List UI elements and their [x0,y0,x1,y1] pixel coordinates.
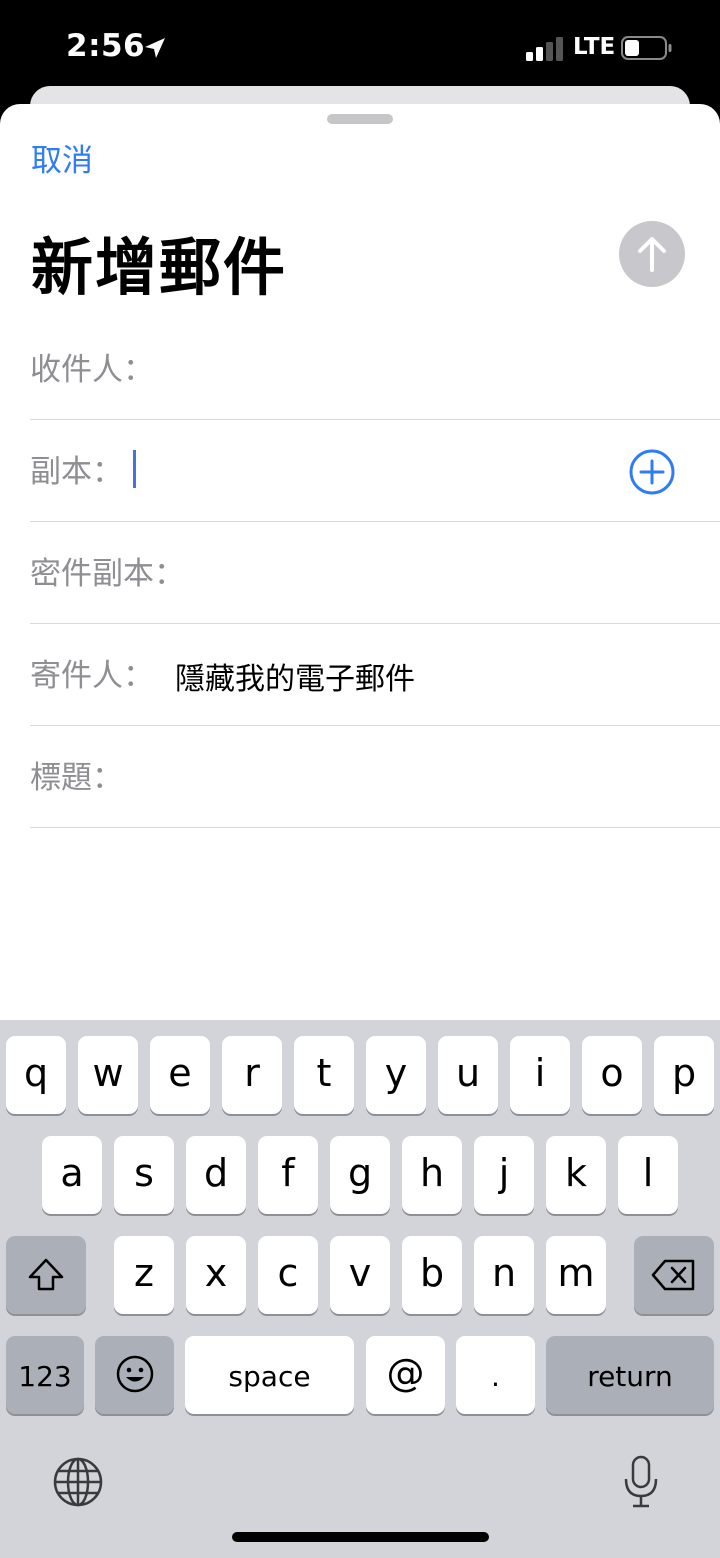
key-u[interactable]: u [438,1036,498,1114]
page-title: 新增郵件 [31,231,288,304]
key-z[interactable]: z [114,1236,174,1314]
bcc-field[interactable]: 密件副本： [30,522,720,624]
network-type: LTE [573,34,616,60]
key-d[interactable]: d [186,1136,246,1214]
key-c[interactable]: c [258,1236,318,1314]
to-field[interactable]: 收件人： [30,318,720,420]
key-o[interactable]: o [582,1036,642,1114]
key-v[interactable]: v [330,1236,390,1314]
key-t[interactable]: t [294,1036,354,1114]
cc-field[interactable]: 副本： [30,420,720,522]
key-e[interactable]: e [150,1036,210,1114]
delete-key[interactable] [634,1236,714,1314]
key-h[interactable]: h [402,1136,462,1214]
battery-icon [621,36,672,60]
key-l[interactable]: l [618,1136,678,1214]
sheet-grabber[interactable] [327,114,393,124]
key-y[interactable]: y [366,1036,426,1114]
shift-key[interactable] [6,1236,86,1314]
text-cursor [133,450,136,488]
cellular-signal-icon [526,37,563,61]
home-indicator[interactable] [232,1532,489,1542]
to-label: 收件人： [30,352,154,388]
key-k[interactable]: k [546,1136,606,1214]
key-q[interactable]: q [6,1036,66,1114]
send-button[interactable] [619,221,685,287]
subject-field[interactable]: 標題： [30,726,720,828]
key-p[interactable]: p [654,1036,714,1114]
from-field[interactable]: 寄件人： 隱藏我的電子郵件 [30,624,720,726]
key-w[interactable]: w [78,1036,138,1114]
delete-backspace-icon [651,1259,695,1291]
arrow-up-icon [638,237,666,272]
from-value[interactable]: 隱藏我的電子郵件 [175,654,415,698]
key-s[interactable]: s [114,1136,174,1214]
return-key-label: return [587,1360,673,1393]
space-key[interactable]: space [185,1336,354,1414]
key-g[interactable]: g [330,1136,390,1214]
numbers-key[interactable]: 123 [6,1336,84,1414]
key-x[interactable]: x [186,1236,246,1314]
microphone-icon[interactable] [621,1454,661,1510]
key-r[interactable]: r [222,1036,282,1114]
shift-icon [28,1258,64,1291]
location-arrow-icon [145,38,165,58]
cancel-button[interactable]: 取消 [31,135,93,180]
from-label: 寄件人： [30,658,154,694]
return-key[interactable]: return [546,1336,714,1414]
key-i[interactable]: i [510,1036,570,1114]
bcc-label: 密件副本： [30,556,185,592]
space-key-label: space [228,1360,311,1393]
globe-icon[interactable] [52,1456,104,1508]
key-n[interactable]: n [474,1236,534,1314]
status-time: 2:56 [66,28,146,64]
emoji-icon [116,1355,153,1393]
key-b[interactable]: b [402,1236,462,1314]
keyboard: q w e r t y u i o p a s d f g h j k l z … [0,1020,720,1558]
cc-label: 副本： [30,454,123,490]
key-m[interactable]: m [546,1236,606,1314]
dot-key[interactable]: . [456,1336,535,1414]
key-f[interactable]: f [258,1136,318,1214]
add-contact-button[interactable] [628,448,676,496]
at-key[interactable]: @ [366,1336,445,1414]
plus-circle-icon [629,449,675,495]
key-j[interactable]: j [474,1136,534,1214]
key-a[interactable]: a [42,1136,102,1214]
numbers-key-label: 123 [18,1360,72,1393]
dot-key-label: . [491,1360,500,1393]
emoji-key[interactable] [95,1336,174,1414]
status-bar: 2:56 LTE [0,0,720,96]
subject-label: 標題： [30,760,123,796]
